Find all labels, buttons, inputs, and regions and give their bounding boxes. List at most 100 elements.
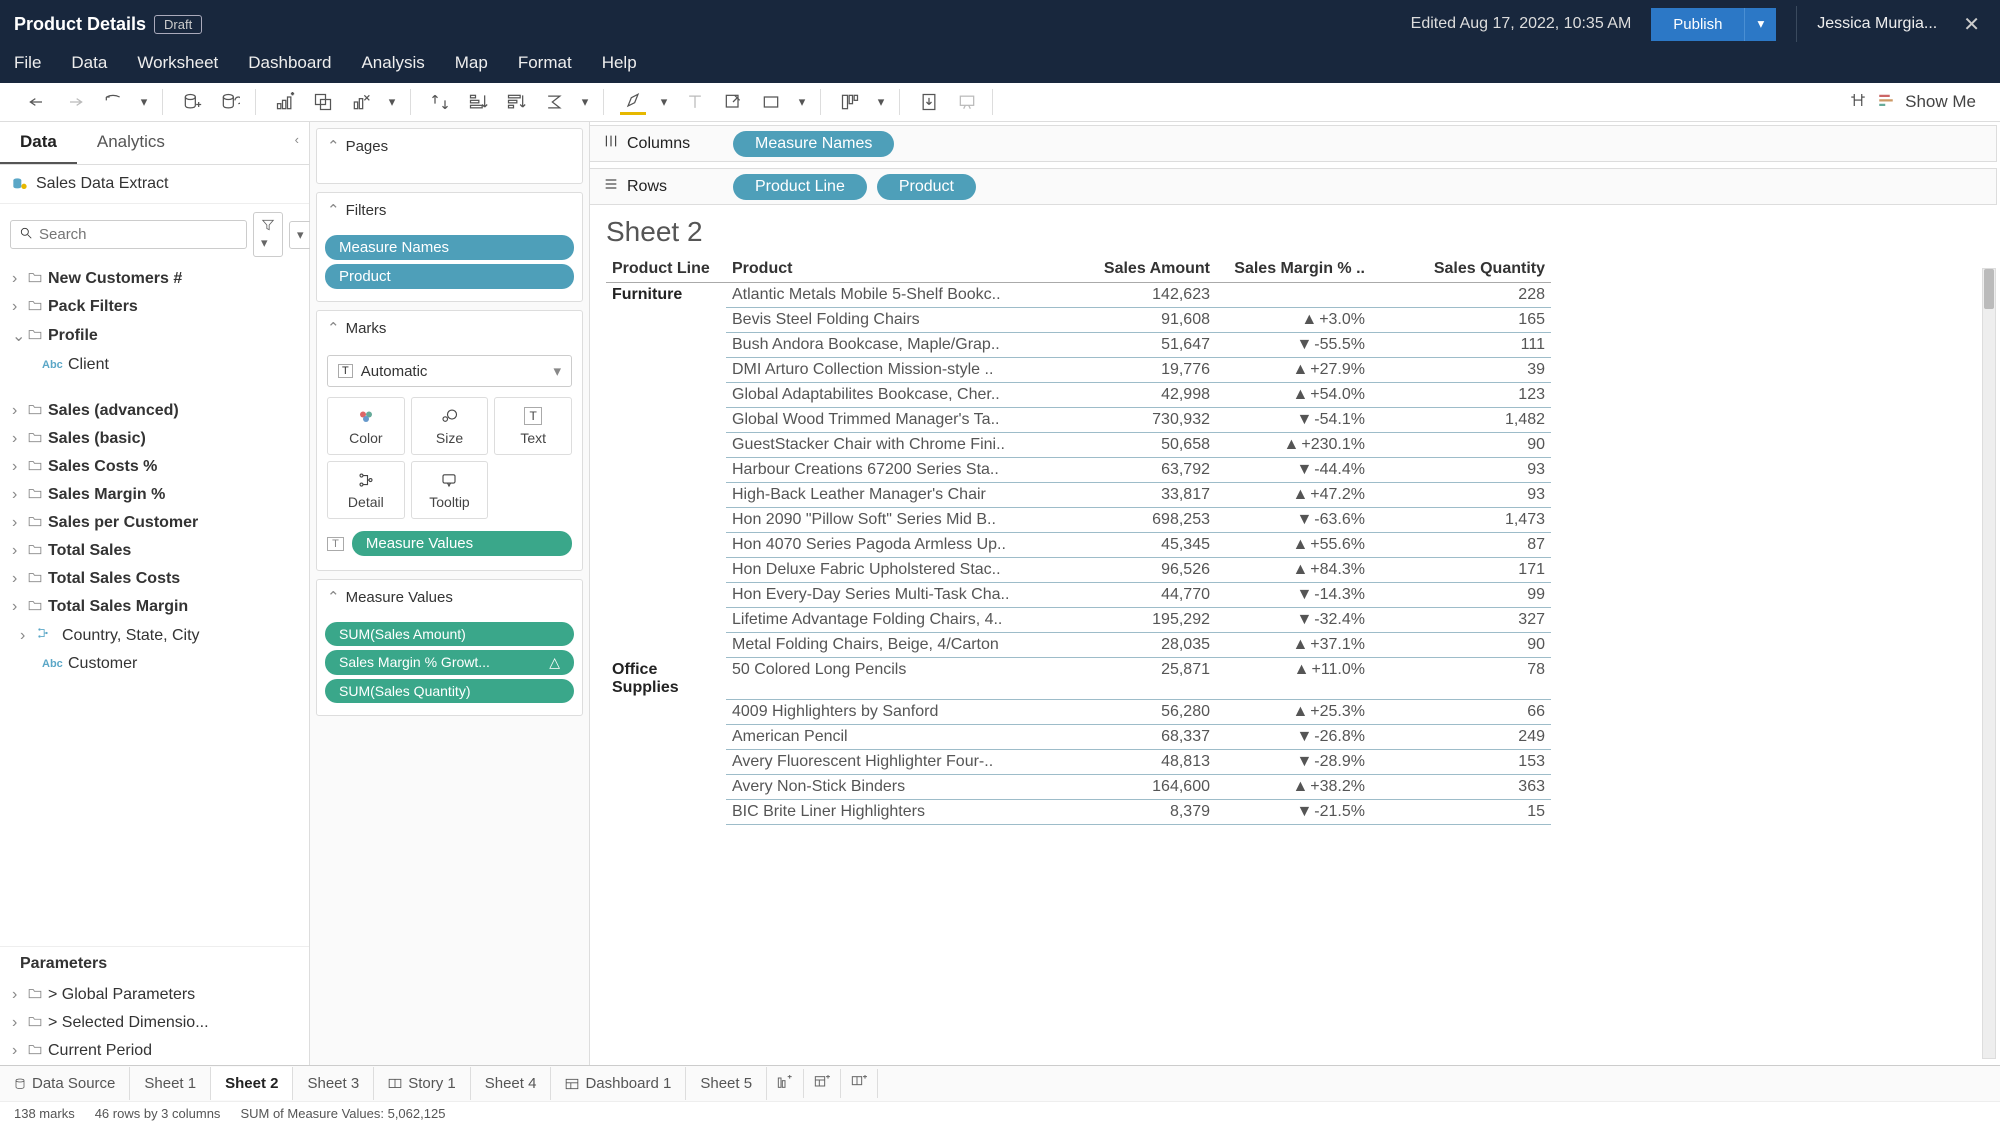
quantity-cell[interactable]: 1,482: [1371, 408, 1551, 433]
field-new-customers-[interactable]: ›New Customers #: [0, 265, 309, 293]
product-cell[interactable]: Global Adaptabilites Bookcase, Cher..: [726, 383, 1076, 408]
product-cell[interactable]: GuestStacker Chair with Chrome Fini..: [726, 433, 1076, 458]
quantity-cell[interactable]: 327: [1371, 608, 1551, 633]
field-client[interactable]: AbcClient: [0, 351, 309, 379]
menu-file[interactable]: File: [14, 53, 41, 73]
amount-cell[interactable]: 142,623: [1076, 283, 1216, 308]
column-pill[interactable]: Measure Names: [733, 131, 894, 157]
highlight-drop-icon[interactable]: ▾: [658, 89, 670, 115]
margin-cell[interactable]: +55.6%: [1216, 533, 1371, 558]
quantity-cell[interactable]: 93: [1371, 483, 1551, 508]
quantity-cell[interactable]: 87: [1371, 533, 1551, 558]
product-cell[interactable]: Harbour Creations 67200 Series Sta..: [726, 458, 1076, 483]
amount-cell[interactable]: 42,998: [1076, 383, 1216, 408]
menu-data[interactable]: Data: [71, 53, 107, 73]
tab-sheet-5[interactable]: Sheet 5: [686, 1067, 767, 1100]
label-icon[interactable]: [682, 89, 708, 115]
new-dashboard-icon[interactable]: [804, 1069, 841, 1098]
menu-worksheet[interactable]: Worksheet: [137, 53, 218, 73]
tab-data[interactable]: Data: [0, 122, 77, 164]
product-cell[interactable]: Hon Every-Day Series Multi-Task Cha..: [726, 583, 1076, 608]
tab-dashboard-1[interactable]: Dashboard 1: [551, 1067, 686, 1100]
amount-cell[interactable]: 195,292: [1076, 608, 1216, 633]
product-cell[interactable]: Avery Non-Stick Binders: [726, 775, 1076, 800]
quantity-cell[interactable]: 228: [1371, 283, 1551, 308]
fit-drop-icon[interactable]: ▾: [796, 89, 808, 115]
row-pill[interactable]: Product Line: [733, 174, 867, 200]
quantity-cell[interactable]: 153: [1371, 750, 1551, 775]
field-total-sales-costs[interactable]: ›Total Sales Costs: [0, 565, 309, 593]
revert-drop-icon[interactable]: ▾: [138, 89, 150, 115]
measure-values-pill[interactable]: Measure Values: [352, 531, 572, 556]
field-total-sales-margin[interactable]: ›Total Sales Margin: [0, 593, 309, 621]
amount-cell[interactable]: 164,600: [1076, 775, 1216, 800]
tab-sheet-4[interactable]: Sheet 4: [471, 1067, 552, 1100]
show-cards-drop-icon[interactable]: ▾: [875, 89, 887, 115]
margin-cell[interactable]: -55.5%: [1216, 333, 1371, 358]
amount-cell[interactable]: 8,379: [1076, 800, 1216, 825]
refresh-data-icon[interactable]: [217, 89, 243, 115]
menu-format[interactable]: Format: [518, 53, 572, 73]
clear-icon[interactable]: [348, 89, 374, 115]
margin-cell[interactable]: -54.1%: [1216, 408, 1371, 433]
param-current-period[interactable]: ›Current Period: [0, 1037, 309, 1065]
quantity-cell[interactable]: 363: [1371, 775, 1551, 800]
measure-values-shelf[interactable]: ⌃Measure Values: [317, 580, 582, 614]
product-cell[interactable]: Avery Fluorescent Highlighter Four-..: [726, 750, 1076, 775]
mark-detail[interactable]: Detail: [327, 461, 405, 519]
filter-pill[interactable]: Measure Names: [325, 235, 574, 260]
mark-text[interactable]: TText: [494, 397, 572, 455]
amount-cell[interactable]: 25,871: [1076, 658, 1216, 700]
margin-cell[interactable]: +38.2%: [1216, 775, 1371, 800]
quantity-cell[interactable]: 39: [1371, 358, 1551, 383]
quantity-cell[interactable]: 78: [1371, 658, 1551, 700]
search-input[interactable]: [39, 226, 238, 243]
margin-cell[interactable]: +27.9%: [1216, 358, 1371, 383]
measure-pill[interactable]: SUM(Sales Quantity): [325, 679, 574, 703]
collapse-pane-icon[interactable]: ‹: [285, 122, 309, 164]
product-cell[interactable]: Bush Andora Bookcase, Maple/Grap..: [726, 333, 1076, 358]
amount-cell[interactable]: 730,932: [1076, 408, 1216, 433]
field-profile[interactable]: ⌄Profile: [0, 321, 309, 351]
user-name[interactable]: Jessica Murgia...: [1817, 15, 1937, 33]
margin-cell[interactable]: -44.4%: [1216, 458, 1371, 483]
redo-icon[interactable]: [62, 89, 88, 115]
margin-cell[interactable]: +54.0%: [1216, 383, 1371, 408]
datasource-name[interactable]: Sales Data Extract: [0, 165, 309, 204]
field-country-state-city[interactable]: ›Country, State, City: [0, 621, 309, 650]
margin-cell[interactable]: +47.2%: [1216, 483, 1371, 508]
product-cell[interactable]: Lifetime Advantage Folding Chairs, 4..: [726, 608, 1076, 633]
margin-cell[interactable]: [1216, 283, 1371, 308]
amount-cell[interactable]: 96,526: [1076, 558, 1216, 583]
highlight-icon[interactable]: [620, 89, 646, 115]
tab-sheet-1[interactable]: Sheet 1: [130, 1067, 211, 1100]
download-icon[interactable]: [916, 89, 942, 115]
margin-cell[interactable]: +25.3%: [1216, 700, 1371, 725]
annotate-icon[interactable]: [720, 89, 746, 115]
filters-shelf[interactable]: ⌃Filters: [317, 193, 582, 227]
column-header[interactable]: Sales Amount: [1076, 256, 1216, 283]
amount-cell[interactable]: 19,776: [1076, 358, 1216, 383]
measure-pill[interactable]: Sales Margin % Growt...△: [325, 650, 574, 675]
param--selected-dimensio-[interactable]: ›> Selected Dimensio...: [0, 1009, 309, 1037]
field-sales-basic-[interactable]: ›Sales (basic): [0, 425, 309, 453]
column-header[interactable]: Sales Margin % ..: [1216, 256, 1371, 283]
margin-cell[interactable]: +37.1%: [1216, 633, 1371, 658]
product-cell[interactable]: Hon 4070 Series Pagoda Armless Up..: [726, 533, 1076, 558]
fit-icon[interactable]: [758, 89, 784, 115]
field-sales-advanced-[interactable]: ›Sales (advanced): [0, 397, 309, 425]
product-cell[interactable]: Metal Folding Chairs, Beige, 4/Carton: [726, 633, 1076, 658]
mark-type-dropdown[interactable]: T Automatic ▾: [327, 355, 572, 387]
tab-datasource[interactable]: Data Source: [0, 1067, 130, 1100]
amount-cell[interactable]: 33,817: [1076, 483, 1216, 508]
measure-pill[interactable]: SUM(Sales Amount): [325, 622, 574, 646]
totals-icon[interactable]: [541, 89, 567, 115]
close-icon[interactable]: ✕: [1957, 12, 1986, 37]
product-cell[interactable]: 50 Colored Long Pencils: [726, 658, 1076, 700]
quantity-cell[interactable]: 249: [1371, 725, 1551, 750]
tab-story-1[interactable]: Story 1: [374, 1067, 471, 1100]
row-pill[interactable]: Product: [877, 174, 976, 200]
product-cell[interactable]: Hon 2090 "Pillow Soft" Series Mid B..: [726, 508, 1076, 533]
mark-color[interactable]: Color: [327, 397, 405, 455]
amount-cell[interactable]: 28,035: [1076, 633, 1216, 658]
